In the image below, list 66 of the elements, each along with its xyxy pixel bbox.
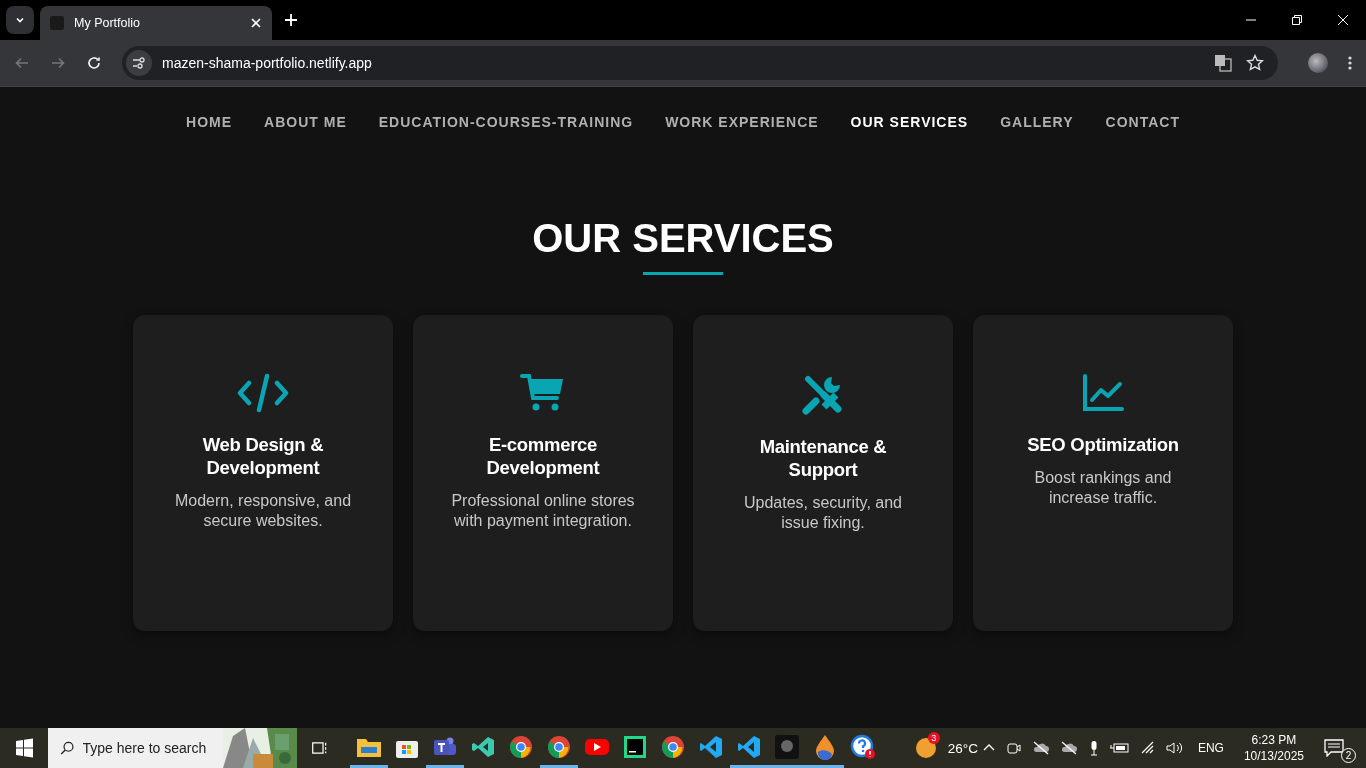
ribbon-icon — [470, 734, 495, 759]
nav-link[interactable]: WORK EXPERIENCE — [665, 114, 819, 130]
service-title: Maintenance & Support — [758, 435, 888, 481]
nav-link[interactable]: HOME — [186, 114, 233, 130]
shopping-cart-icon — [520, 373, 566, 413]
tools-icon — [802, 373, 844, 415]
cloud-off-icon[interactable] — [1059, 740, 1078, 756]
clock[interactable]: 6:23 PM 10/13/2025 — [1243, 732, 1304, 764]
cloud-off-icon[interactable] — [1031, 740, 1050, 756]
new-tab-icon[interactable] — [284, 13, 298, 27]
notification-badge: 3 — [927, 732, 940, 744]
notification-count: 2 — [1341, 748, 1356, 763]
service-description: Professional online stores with payment integration. — [450, 491, 636, 531]
back-icon[interactable] — [14, 55, 30, 71]
service-title: Web Design & Development — [201, 433, 325, 479]
nav-link[interactable]: GALLERY — [1000, 114, 1074, 130]
menu-icon[interactable] — [1348, 55, 1352, 71]
service-description: Updates, security, and issue fixing. — [743, 493, 903, 533]
tab-search-button[interactable] — [6, 6, 34, 34]
message-icon — [1324, 739, 1344, 757]
battery-icon[interactable] — [1109, 741, 1130, 755]
favicon-icon — [50, 16, 64, 30]
nav-link[interactable]: CONTACT — [1105, 114, 1180, 130]
service-title: SEO Optimization — [1026, 433, 1180, 456]
address-bar[interactable]: mazen-shama-portfolio.netlify.app — [122, 46, 1278, 80]
chrome-icon — [546, 734, 571, 759]
search-bar[interactable]: Type here to search — [48, 728, 297, 768]
line-chart-icon — [1082, 373, 1124, 413]
forward-icon[interactable] — [50, 55, 66, 71]
section-heading: OUR SERVICES — [532, 216, 834, 260]
date-text: 10/13/2025 — [1243, 748, 1304, 764]
close-icon[interactable] — [1337, 14, 1349, 26]
time-text: 6:23 PM — [1251, 732, 1297, 748]
service-description: Boost rankings and increase traffic. — [1033, 468, 1173, 508]
chrome-icon — [508, 734, 533, 759]
site-settings-icon[interactable] — [126, 50, 152, 76]
restore-icon[interactable] — [1291, 14, 1303, 26]
ide-icon — [622, 734, 647, 759]
search-input[interactable]: Type here to search — [82, 740, 223, 756]
reload-icon[interactable] — [86, 55, 102, 71]
bookmark-star-icon[interactable] — [1246, 54, 1264, 72]
code-editor-icon — [698, 734, 723, 759]
code-icon — [237, 373, 289, 413]
volume-icon[interactable] — [1165, 741, 1184, 755]
app-icon — [773, 733, 800, 760]
notifications-button[interactable]: 2 — [1324, 731, 1358, 765]
video-play-icon — [583, 736, 610, 757]
service-description: Modern, responsive, and secure websites. — [173, 491, 353, 531]
language-indicator[interactable]: ENG — [1197, 741, 1224, 755]
tab-title: My Portfolio — [74, 16, 141, 30]
close-icon[interactable] — [250, 17, 262, 29]
nav-link[interactable]: OUR SERVICES — [850, 114, 969, 130]
profile-avatar[interactable] — [1308, 53, 1328, 73]
nav-link[interactable]: EDUCATION-COURSES-TRAINING — [378, 114, 634, 130]
chrome-icon — [660, 734, 685, 759]
search-icon — [60, 739, 75, 757]
url-text: mazen-shama-portfolio.netlify.app — [162, 55, 372, 71]
camera-icon[interactable] — [1005, 740, 1022, 756]
browser-tab[interactable]: My Portfolio — [40, 6, 272, 40]
help-icon — [849, 733, 876, 760]
weather-widget[interactable]: 3 26°C — [911, 730, 982, 766]
drop-icon — [813, 733, 836, 760]
temperature-text: 26°C — [947, 740, 978, 756]
code-editor-icon — [736, 734, 761, 759]
service-title: E-commerce Development — [485, 433, 601, 479]
nav-link[interactable]: ABOUT ME — [264, 114, 347, 130]
